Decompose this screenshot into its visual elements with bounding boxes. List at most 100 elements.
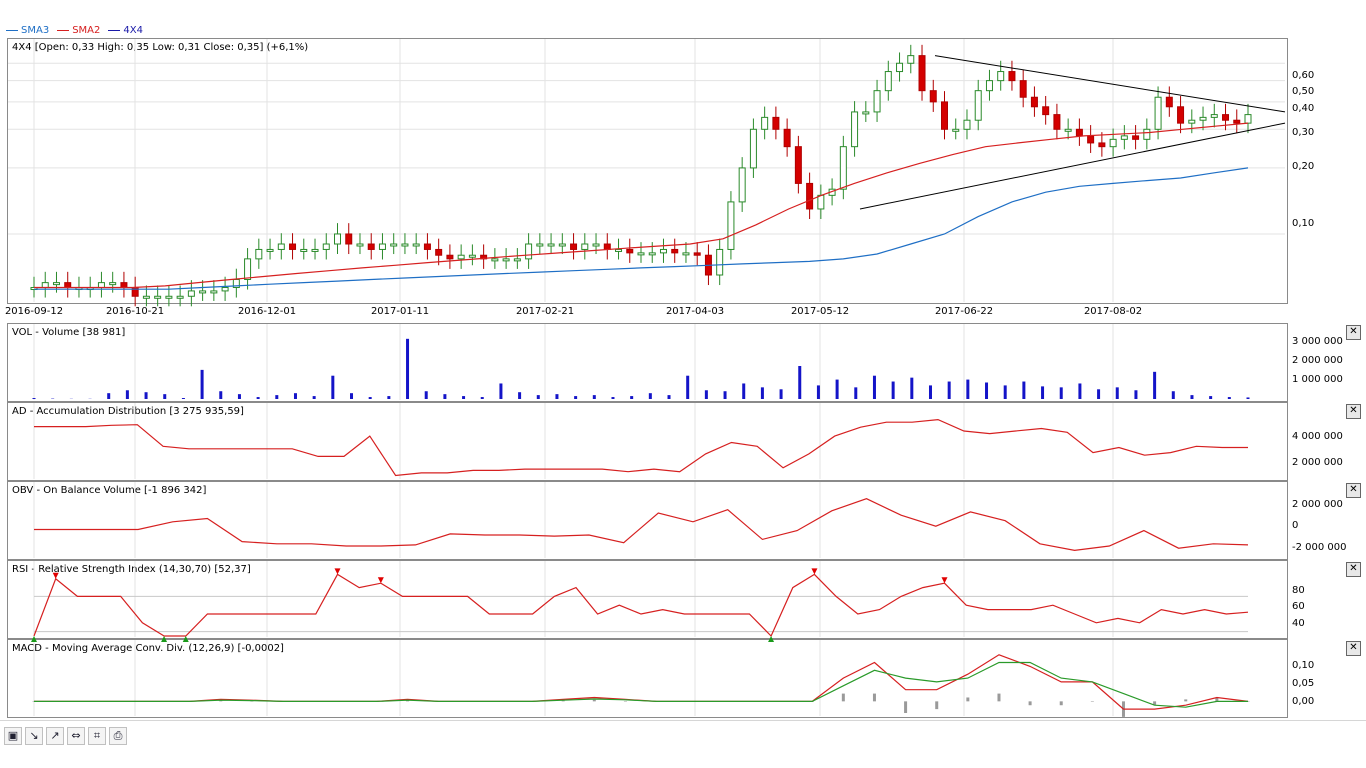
volume-bar <box>555 394 559 399</box>
volume-bar <box>667 395 671 399</box>
price-candle <box>918 55 926 92</box>
price-candle <box>390 243 398 247</box>
price-candle <box>378 243 386 250</box>
fit-screen-icon[interactable]: ⌗ <box>88 727 106 745</box>
volume-bar <box>368 397 372 399</box>
volume-bar <box>32 398 36 399</box>
ad-line <box>34 418 1248 477</box>
price-candle <box>929 90 937 103</box>
volume-bar <box>443 394 447 399</box>
price-candle <box>255 248 263 260</box>
volume-bar <box>462 396 466 399</box>
price-candle <box>963 119 971 130</box>
price-candle <box>1233 119 1241 124</box>
price-candle <box>1222 114 1230 121</box>
price-candle <box>772 116 780 130</box>
price-candle <box>1165 96 1173 108</box>
volume-bar <box>200 369 204 399</box>
volume-bar <box>237 394 241 399</box>
save-icon[interactable]: ▣ <box>4 727 22 745</box>
price-candle <box>1120 135 1128 140</box>
volume-bar <box>1059 387 1063 399</box>
volume-bar <box>947 381 951 399</box>
price-candle <box>502 258 510 262</box>
price-candle <box>1030 96 1038 108</box>
volume-bar <box>910 377 914 399</box>
price-candle <box>199 290 207 294</box>
price-candle <box>716 248 724 276</box>
price-candle <box>356 243 364 247</box>
price-candle <box>952 128 960 132</box>
price-candle <box>401 243 409 247</box>
price-candle <box>839 146 847 190</box>
zoom-fit-icon[interactable]: ⇔ <box>67 727 85 745</box>
macd-histogram-bar <box>935 701 939 710</box>
price-candle <box>615 248 623 252</box>
volume-bar <box>686 375 690 399</box>
price-candle <box>142 295 150 299</box>
volume-bar <box>1209 396 1213 399</box>
volume-bar <box>219 391 223 399</box>
volume-bar <box>872 375 876 399</box>
price-candle <box>727 201 735 250</box>
price-candle <box>41 282 49 289</box>
price-candle <box>176 295 184 299</box>
price-candle <box>187 290 195 297</box>
price-candle <box>345 233 353 245</box>
macd-histogram-bar <box>1028 701 1032 706</box>
price-candle <box>817 194 825 210</box>
price-candle <box>570 243 578 250</box>
volume-bar <box>275 395 279 399</box>
macd-histogram-bar <box>872 693 876 702</box>
volume-bar <box>1227 397 1231 399</box>
volume-bar <box>499 383 503 399</box>
price-candle <box>907 55 915 64</box>
volume-bar <box>1134 390 1138 399</box>
sell-signal-marker <box>941 577 948 584</box>
volume-bar <box>985 382 989 399</box>
price-candle <box>109 282 117 286</box>
price-candle <box>659 248 667 254</box>
price-candle <box>941 101 948 130</box>
print-icon[interactable]: ⎙ <box>109 727 127 745</box>
price-candle <box>277 243 285 250</box>
zoom-out-icon[interactable]: ↗ <box>46 727 64 745</box>
volume-bar <box>704 390 708 399</box>
price-candle <box>592 243 600 247</box>
price-candle <box>300 248 308 252</box>
sell-signal-marker <box>334 568 341 575</box>
price-candle <box>985 80 993 92</box>
macd-histogram-bar <box>841 693 845 702</box>
volume-bar <box>1041 386 1045 399</box>
bottom-toolbar: ▣ ↘ ↗ ⇔ ⌗ ⎙ <box>4 727 127 745</box>
volume-bar <box>1246 397 1250 399</box>
price-candle <box>64 282 72 289</box>
price-candle <box>154 295 162 299</box>
price-candle <box>289 243 297 250</box>
price-candle <box>491 258 499 262</box>
price-candle <box>558 243 566 247</box>
volume-bar <box>406 338 410 399</box>
volume-bar <box>331 375 335 399</box>
price-candle <box>1064 128 1072 132</box>
zoom-in-icon[interactable]: ↘ <box>25 727 43 745</box>
price-candle <box>435 248 443 256</box>
volume-bar <box>630 396 634 399</box>
macd-histogram-bar <box>966 697 970 702</box>
volume-bar <box>181 398 185 399</box>
price-candle <box>221 287 229 292</box>
price-candle <box>513 258 521 262</box>
price-candle <box>97 282 105 289</box>
price-candle <box>244 258 252 281</box>
volume-bar <box>350 393 354 399</box>
price-candle <box>165 295 173 299</box>
price-candle <box>862 111 870 115</box>
price-candle <box>525 243 533 260</box>
chart-canvas <box>8 39 1286 717</box>
volume-bar <box>574 396 578 399</box>
price-candle <box>603 243 611 250</box>
macd-histogram-bar <box>592 699 596 702</box>
price-candle <box>322 243 330 250</box>
sell-signal-marker <box>811 568 818 575</box>
price-candle <box>1019 80 1027 98</box>
